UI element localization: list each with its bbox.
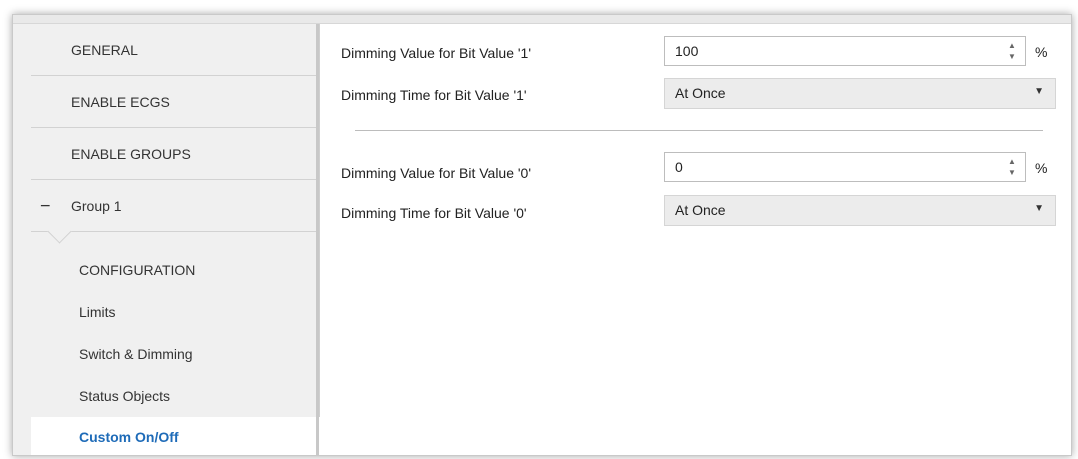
sidebar-item-label: Status Objects <box>79 388 171 404</box>
sidebar-item-label: GENERAL <box>71 41 138 58</box>
sidebar-group-1[interactable]: − Group 1 <box>31 180 319 244</box>
sidebar-item-general[interactable]: GENERAL <box>31 24 319 76</box>
spin-down-icon[interactable]: ▼ <box>1008 52 1016 61</box>
parameter-panel: Dimming Value for Bit Value '1' 100 ▲ ▼ … <box>321 24 1071 455</box>
dimming-value-bit0-unit: % <box>1035 160 1048 176</box>
dimming-value-bit0-label: Dimming Value for Bit Value '0' <box>341 165 532 181</box>
expanded-notch <box>47 219 72 244</box>
sidebar-item-enable-ecgs[interactable]: ENABLE ECGS <box>31 76 319 128</box>
dimming-time-bit1-select[interactable]: At Once ▼ <box>664 78 1056 109</box>
sidebar-item-switch-dimming[interactable]: Switch & Dimming <box>31 334 319 374</box>
dimming-value-bit0-value: 0 <box>675 159 683 175</box>
dimming-time-bit1-label: Dimming Time for Bit Value '1' <box>341 87 527 103</box>
section-divider <box>355 130 1043 131</box>
app-window: GENERAL ENABLE ECGS ENABLE GROUPS − Grou… <box>12 14 1072 456</box>
collapse-icon[interactable]: − <box>40 195 51 216</box>
sidebar-item-label: Limits <box>79 304 116 320</box>
dimming-time-bit0-label: Dimming Time for Bit Value '0' <box>341 205 527 221</box>
sidebar-item-label: CONFIGURATION <box>79 262 196 278</box>
sidebar-item-limits[interactable]: Limits <box>31 292 319 332</box>
chevron-down-icon: ▼ <box>1034 86 1044 97</box>
sidebar-item-status-objects[interactable]: Status Objects <box>31 376 319 416</box>
dimming-time-bit1-value: At Once <box>675 85 726 101</box>
sidebar-item-label: ENABLE ECGS <box>71 93 170 110</box>
sidebar-item-label: ENABLE GROUPS <box>71 145 191 162</box>
sidebar-item-label: Custom On/Off <box>79 429 179 445</box>
dimming-value-bit1-unit: % <box>1035 44 1048 60</box>
dimming-value-bit1-input[interactable]: 100 ▲ ▼ <box>664 36 1026 66</box>
dimming-value-bit0-input[interactable]: 0 ▲ ▼ <box>664 152 1026 182</box>
dimming-value-bit1-value: 100 <box>675 43 699 59</box>
top-bar <box>13 15 1071 24</box>
sidebar: GENERAL ENABLE ECGS ENABLE GROUPS − Grou… <box>13 24 320 455</box>
sidebar-item-enable-groups[interactable]: ENABLE GROUPS <box>31 128 319 180</box>
sidebar-item-label: Switch & Dimming <box>79 346 193 362</box>
spin-up-icon[interactable]: ▲ <box>1008 157 1016 166</box>
sidebar-item-custom-on-off[interactable]: Custom On/Off <box>31 417 320 455</box>
sidebar-item-configuration[interactable]: CONFIGURATION <box>31 250 319 290</box>
spin-up-icon[interactable]: ▲ <box>1008 41 1016 50</box>
chevron-down-icon: ▼ <box>1034 203 1044 214</box>
spin-down-icon[interactable]: ▼ <box>1008 168 1016 177</box>
sidebar-scrollbar[interactable] <box>316 24 319 455</box>
dimming-time-bit0-value: At Once <box>675 202 726 218</box>
dimming-value-bit1-label: Dimming Value for Bit Value '1' <box>341 45 532 61</box>
dimming-time-bit0-select[interactable]: At Once ▼ <box>664 195 1056 226</box>
